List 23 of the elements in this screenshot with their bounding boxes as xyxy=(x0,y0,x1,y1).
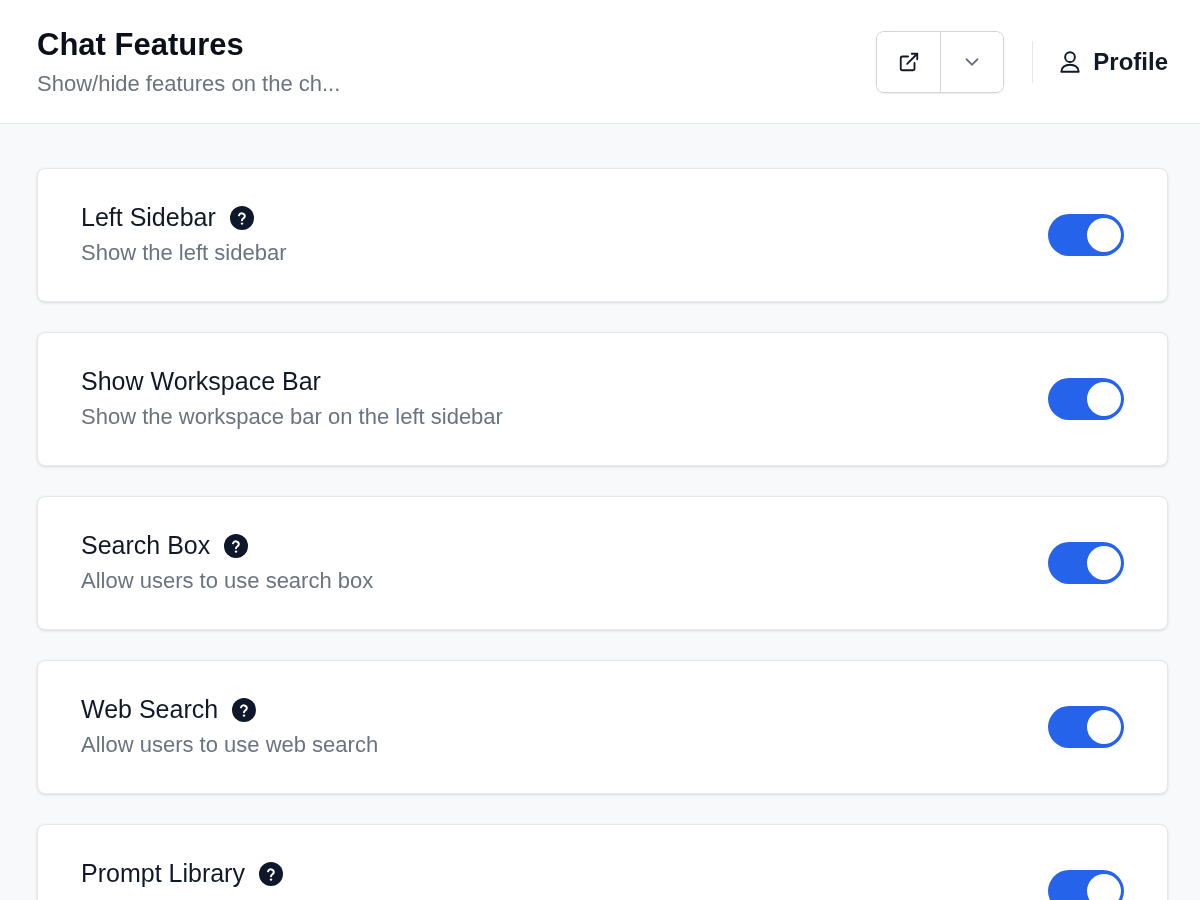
page-title: Chat Features xyxy=(37,26,245,63)
toggle-switch[interactable] xyxy=(1048,870,1124,900)
help-icon[interactable] xyxy=(258,861,283,886)
toggle-switch[interactable] xyxy=(1048,214,1124,256)
help-icon[interactable] xyxy=(224,533,249,558)
external-link-icon xyxy=(897,50,920,73)
feature-description: Allow users to use search box xyxy=(81,568,374,594)
page-subtitle: Show/hide features on the ch... xyxy=(37,70,341,97)
feature-title: Left Sidebar xyxy=(81,203,216,232)
help-icon[interactable] xyxy=(229,205,254,230)
feature-description: Allow users to use web search xyxy=(81,732,379,758)
feature-description: Show the left sidebar xyxy=(81,240,287,266)
profile-button[interactable]: Profile xyxy=(1057,47,1168,76)
toggle-switch[interactable] xyxy=(1048,542,1124,584)
open-external-button[interactable] xyxy=(877,31,941,92)
toggle-switch[interactable] xyxy=(1048,706,1124,748)
feature-description: Show the workspace bar on the left sidebar xyxy=(81,404,503,430)
toggle-switch[interactable] xyxy=(1048,378,1124,420)
feature-title: Search Box xyxy=(81,531,211,560)
help-icon[interactable] xyxy=(232,697,257,722)
feature-title: Prompt Library xyxy=(81,859,245,888)
feature-title: Show Workspace Bar xyxy=(81,367,321,396)
feature-title: Web Search xyxy=(81,695,219,724)
